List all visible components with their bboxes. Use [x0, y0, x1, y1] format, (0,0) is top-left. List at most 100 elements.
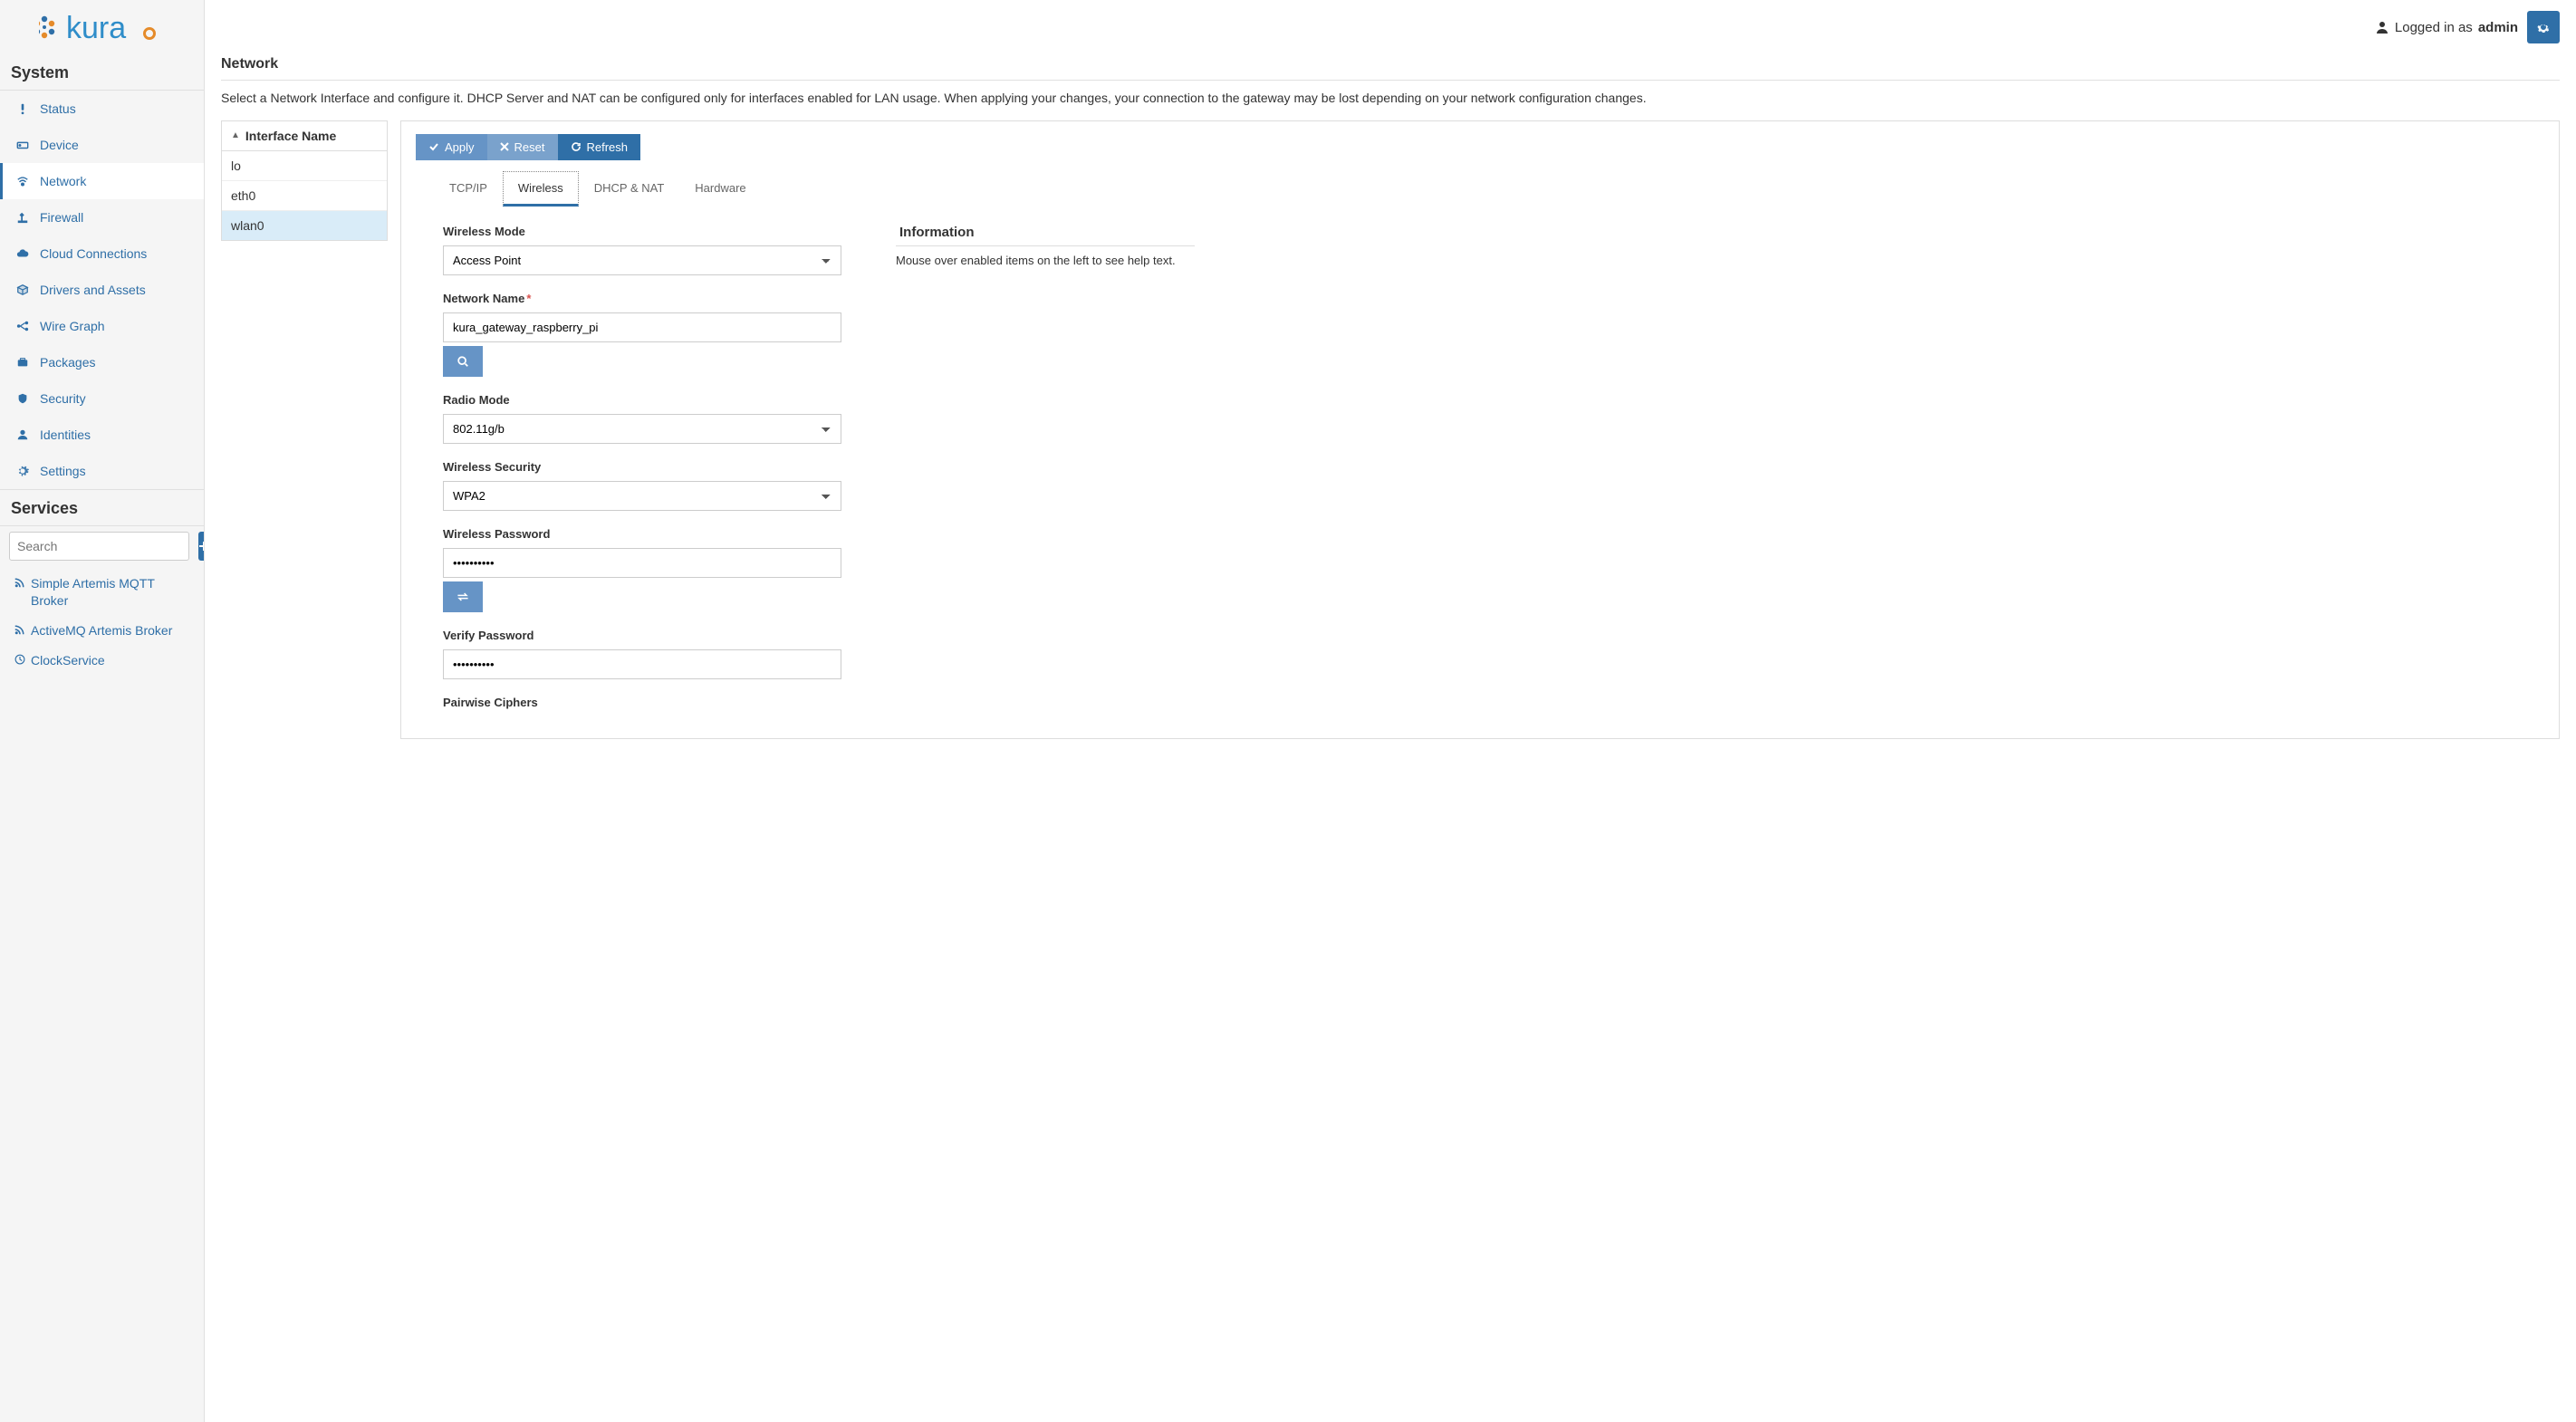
search-icon	[457, 355, 469, 368]
service-label: ActiveMQ Artemis Broker	[31, 622, 172, 639]
nav-identities[interactable]: Identities	[0, 417, 204, 453]
verify-password-input[interactable]	[443, 649, 841, 679]
nav-label: Network	[40, 174, 86, 188]
nav-security[interactable]: Security	[0, 380, 204, 417]
refresh-icon	[571, 141, 582, 152]
wireless-password-input[interactable]	[443, 548, 841, 578]
sort-asc-icon: ▲	[231, 130, 240, 140]
nav-label: Security	[40, 391, 86, 406]
swap-icon	[456, 591, 470, 602]
nav-label: Firewall	[40, 210, 83, 225]
nav-status[interactable]: Status	[0, 91, 204, 127]
apply-button[interactable]: Apply	[416, 134, 487, 160]
info-title: Information	[896, 225, 1195, 246]
settings-button[interactable]	[2527, 11, 2560, 43]
cube-icon	[16, 283, 31, 296]
info-help-text: Mouse over enabled items on the left to …	[896, 254, 1195, 267]
logged-in-label: Logged in as	[2395, 20, 2473, 35]
nav-device[interactable]: Device	[0, 127, 204, 163]
pairwise-ciphers-label: Pairwise Ciphers	[443, 696, 841, 709]
service-label: ClockService	[31, 652, 105, 669]
nav-label: Settings	[40, 464, 86, 478]
tab-dhcp-nat[interactable]: DHCP & NAT	[579, 171, 680, 207]
nav-drivers[interactable]: Drivers and Assets	[0, 272, 204, 308]
services-section-title: Services	[0, 489, 204, 526]
refresh-label: Refresh	[587, 140, 629, 154]
page-title: Network	[221, 47, 2560, 81]
toggle-password-button[interactable]	[443, 581, 483, 612]
services-search-input[interactable]	[9, 532, 189, 561]
nav-settings[interactable]: Settings	[0, 453, 204, 489]
wireless-security-select[interactable]: WPA2	[443, 481, 841, 511]
interface-header-label: Interface Name	[245, 129, 336, 143]
config-panel: Apply Reset Refresh TCP/IP Wir	[400, 120, 2560, 739]
nav-network[interactable]: Network	[0, 163, 204, 199]
plus-icon	[198, 541, 205, 552]
verify-password-label: Verify Password	[443, 629, 841, 642]
nav-label: Device	[40, 138, 79, 152]
user-icon	[16, 428, 31, 441]
logo: kura	[0, 0, 204, 54]
graph-icon	[16, 320, 31, 332]
svg-text:kura: kura	[66, 11, 126, 45]
firewall-icon	[16, 211, 31, 224]
nav-label: Cloud Connections	[40, 246, 147, 261]
reset-button[interactable]: Reset	[487, 134, 558, 160]
radio-mode-label: Radio Mode	[443, 393, 841, 407]
page-description: Select a Network Interface and configure…	[221, 90, 2560, 108]
wifi-icon	[16, 175, 31, 187]
gear-icon	[16, 465, 31, 477]
nav-label: Wire Graph	[40, 319, 105, 333]
interface-row-wlan0[interactable]: wlan0	[222, 211, 387, 240]
required-star: *	[526, 292, 531, 305]
add-service-button[interactable]	[198, 532, 205, 561]
service-label: Simple Artemis MQTT Broker	[31, 575, 189, 610]
username: admin	[2478, 20, 2518, 35]
network-name-input[interactable]	[443, 312, 841, 342]
nav-label: Packages	[40, 355, 95, 370]
nav-packages[interactable]: Packages	[0, 344, 204, 380]
interface-header[interactable]: ▲ Interface Name	[222, 121, 387, 151]
nav-label: Drivers and Assets	[40, 283, 146, 297]
apply-label: Apply	[445, 140, 475, 154]
sidebar: kura System Status Device Network	[0, 0, 205, 1422]
clock-icon	[14, 654, 25, 665]
scan-networks-button[interactable]	[443, 346, 483, 377]
wireless-mode-select[interactable]: Access Point	[443, 245, 841, 275]
interface-row-eth0[interactable]: eth0	[222, 181, 387, 211]
user-icon	[2375, 20, 2389, 34]
radio-mode-select[interactable]: 802.11g/b	[443, 414, 841, 444]
tab-wireless[interactable]: Wireless	[503, 171, 579, 207]
cloud-icon	[16, 247, 31, 260]
network-name-label: Network Name*	[443, 292, 841, 305]
gear-icon	[2536, 20, 2551, 34]
tab-hardware[interactable]: Hardware	[679, 171, 761, 207]
nav-wire-graph[interactable]: Wire Graph	[0, 308, 204, 344]
kura-logo-icon: kura	[39, 9, 166, 45]
interface-list: ▲ Interface Name lo eth0 wlan0	[221, 120, 388, 241]
hdd-icon	[16, 139, 31, 151]
nav-cloud[interactable]: Cloud Connections	[0, 235, 204, 272]
service-clock[interactable]: ClockService	[0, 647, 204, 677]
exclamation-icon	[16, 102, 31, 115]
rss-icon	[14, 577, 25, 588]
tab-tcpip[interactable]: TCP/IP	[434, 171, 503, 207]
nav-label: Identities	[40, 428, 91, 442]
topbar: Logged in as admin	[205, 0, 2576, 47]
nav-firewall[interactable]: Firewall	[0, 199, 204, 235]
check-icon	[428, 141, 439, 152]
service-simple-artemis[interactable]: Simple Artemis MQTT Broker	[0, 570, 204, 617]
briefcase-icon	[16, 356, 31, 369]
rss-icon	[14, 624, 25, 635]
wireless-password-label: Wireless Password	[443, 527, 841, 541]
main-content: Logged in as admin Network Select a Netw…	[205, 0, 2576, 1422]
system-section-title: System	[0, 54, 204, 91]
refresh-button[interactable]: Refresh	[558, 134, 641, 160]
reset-label: Reset	[514, 140, 545, 154]
nav-label: Status	[40, 101, 76, 116]
user-info: Logged in as admin	[2375, 20, 2518, 35]
shield-icon	[16, 392, 31, 405]
service-activemq-artemis[interactable]: ActiveMQ Artemis Broker	[0, 617, 204, 647]
wireless-mode-label: Wireless Mode	[443, 225, 841, 238]
interface-row-lo[interactable]: lo	[222, 151, 387, 181]
